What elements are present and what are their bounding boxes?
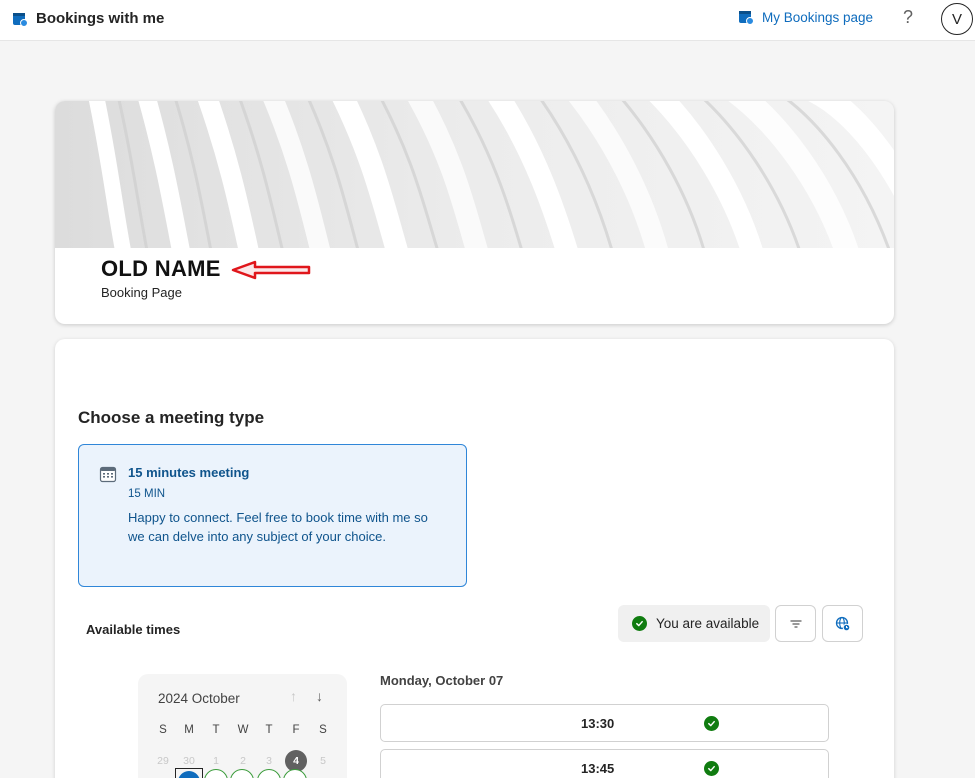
help-icon[interactable]: ? bbox=[903, 7, 913, 28]
booking-page-name: OLD NAME bbox=[101, 256, 221, 281]
weekday-header: W bbox=[237, 724, 249, 736]
previous-month-arrow-icon[interactable]: ↑ bbox=[290, 688, 297, 704]
available-times-label: Available times bbox=[86, 622, 181, 637]
banner-image bbox=[55, 101, 894, 248]
calendar-day: 5 bbox=[320, 755, 326, 767]
date-picker-calendar: 2024 October ↑ ↓ S M T W T F S 29 30 1 2… bbox=[138, 674, 347, 778]
time-slot-label: 13:30 bbox=[581, 716, 615, 731]
booking-main-card: Choose a meeting type 15 minutes meeting… bbox=[55, 339, 894, 778]
calendar-icon bbox=[99, 466, 117, 483]
app-title: Bookings with me bbox=[36, 10, 165, 27]
availability-status: You are available bbox=[618, 605, 770, 642]
bookings-app-icon bbox=[13, 13, 28, 27]
filter-icon bbox=[789, 619, 802, 628]
meeting-description: Happy to connect. Feel free to book time… bbox=[128, 510, 428, 544]
calendar-day: 29 bbox=[157, 755, 169, 767]
time-slot-button[interactable]: 13:30 bbox=[380, 704, 829, 742]
weekday-header: M bbox=[184, 724, 194, 736]
annotation-arrow-icon bbox=[231, 260, 311, 280]
calendar-day-available[interactable] bbox=[283, 769, 307, 778]
time-slot-label: 13:45 bbox=[581, 761, 615, 776]
meeting-type-heading: Choose a meeting type bbox=[78, 408, 265, 427]
available-check-icon bbox=[704, 761, 719, 776]
booking-page-subtitle: Booking Page bbox=[101, 285, 182, 300]
time-slot-button[interactable]: 13:45 bbox=[380, 749, 829, 778]
weekday-header: T bbox=[265, 724, 273, 736]
selected-day-heading: Monday, October 07 bbox=[380, 673, 504, 688]
meeting-title: 15 minutes meeting bbox=[128, 465, 250, 480]
weekday-header: F bbox=[292, 724, 300, 736]
next-month-arrow-icon[interactable]: ↓ bbox=[316, 688, 323, 704]
calendar-month-label: 2024 October bbox=[158, 691, 240, 706]
filter-button[interactable] bbox=[775, 605, 816, 642]
calendar-day-selected[interactable] bbox=[175, 768, 203, 778]
weekday-header: T bbox=[212, 724, 220, 736]
weekday-header: S bbox=[159, 724, 167, 736]
avatar-initial: V bbox=[951, 10, 962, 28]
bookings-page-icon bbox=[739, 11, 754, 25]
booking-page-header-card: OLD NAME Booking Page bbox=[55, 101, 894, 324]
top-bar: Bookings with me My Bookings page ? V bbox=[0, 0, 975, 41]
avatar[interactable]: V bbox=[941, 3, 973, 35]
my-bookings-page-label: My Bookings page bbox=[762, 9, 874, 25]
meeting-duration: 15 MIN bbox=[128, 488, 166, 500]
availability-status-label: You are available bbox=[656, 616, 760, 631]
meeting-type-card[interactable]: 15 minutes meeting 15 MIN Happy to conne… bbox=[78, 444, 467, 587]
available-check-icon bbox=[704, 716, 719, 731]
check-icon bbox=[632, 616, 647, 631]
weekday-header: S bbox=[319, 724, 327, 736]
globe-clock-icon bbox=[835, 616, 850, 631]
time-zone-button[interactable] bbox=[822, 605, 863, 642]
my-bookings-page-link[interactable]: My Bookings page bbox=[738, 9, 873, 25]
